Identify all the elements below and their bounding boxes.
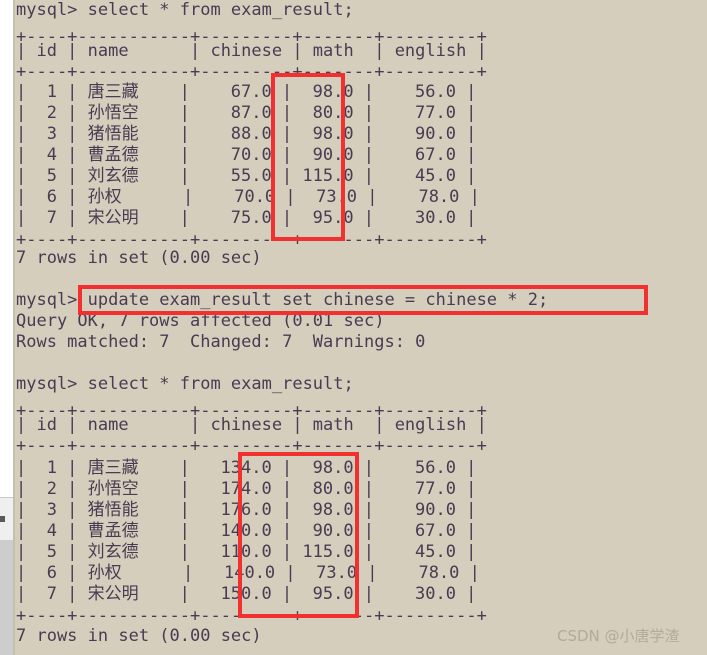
table-row: | 4 | 曹孟德 | 140.0 | 90.0 | 67.0 | — [16, 521, 477, 541]
table-row: | 2 | 孙悟空 | 87.0 | 80.0 | 77.0 | — [16, 103, 477, 123]
scrollbar-marker-icon — [0, 516, 5, 522]
table-row: | 6 | 孙权 | 140.0 | 73.0 | 78.0 | — [16, 563, 480, 583]
command-update: mysql> update exam_result set chinese = … — [16, 290, 549, 310]
rows-in-set-status-2: 7 rows in set (0.00 sec) — [16, 626, 262, 646]
table-row: | 3 | 猪悟能 | 176.0 | 98.0 | 90.0 | — [16, 500, 477, 520]
table-separator-bottom-2: +----+-----------+---------+-------+----… — [16, 606, 487, 626]
command-select-2: mysql> select * from exam_result; — [16, 374, 354, 394]
table-row: | 6 | 孙权 | 70.0 | 73.0 | 78.0 | — [16, 187, 480, 207]
screenshot-root: mysql> select * from exam_result; +----+… — [0, 0, 707, 655]
table-row: | 2 | 孙悟空 | 174.0 | 80.0 | 77.0 | — [16, 479, 477, 499]
table-header-2: | id | name | chinese | math | english | — [16, 415, 487, 435]
table-row: | 3 | 猪悟能 | 88.0 | 98.0 | 90.0 | — [16, 124, 477, 144]
command-select-1: mysql> select * from exam_result; — [16, 0, 354, 20]
table-row: | 7 | 宋公明 | 75.0 | 95.0 | 30.0 | — [16, 208, 477, 228]
table-header-1: | id | name | chinese | math | english | — [16, 41, 487, 61]
table-row: | 1 | 唐三藏 | 67.0 | 98.0 | 56.0 | — [16, 82, 477, 102]
query-ok-status: Query OK, 7 rows affected (0.01 sec) — [16, 311, 385, 331]
table-separator-mid-2: +----+-----------+---------+-------+----… — [16, 436, 487, 456]
table-row: | 4 | 曹孟德 | 70.0 | 90.0 | 67.0 | — [16, 145, 477, 165]
window-left-margin — [0, 0, 13, 497]
rows-in-set-status-1: 7 rows in set (0.00 sec) — [16, 248, 262, 268]
table-separator-mid-1: +----+-----------+---------+-------+----… — [16, 62, 487, 82]
table-row: | 5 | 刘玄德 | 55.0 | 115.0 | 45.0 | — [16, 166, 477, 186]
scrollbar-thumb[interactable] — [0, 540, 13, 655]
rows-matched-status: Rows matched: 7 Changed: 7 Warnings: 0 — [16, 332, 426, 352]
csdn-watermark: CSDN @小唐学渣 — [557, 627, 680, 645]
table-row: | 5 | 刘玄德 | 110.0 | 115.0 | 45.0 | — [16, 542, 477, 562]
scrollbar-divider — [0, 497, 13, 498]
terminal-left-border — [13, 0, 15, 655]
table-row: | 1 | 唐三藏 | 134.0 | 98.0 | 56.0 | — [16, 458, 477, 478]
table-row: | 7 | 宋公明 | 150.0 | 95.0 | 30.0 | — [16, 584, 477, 604]
